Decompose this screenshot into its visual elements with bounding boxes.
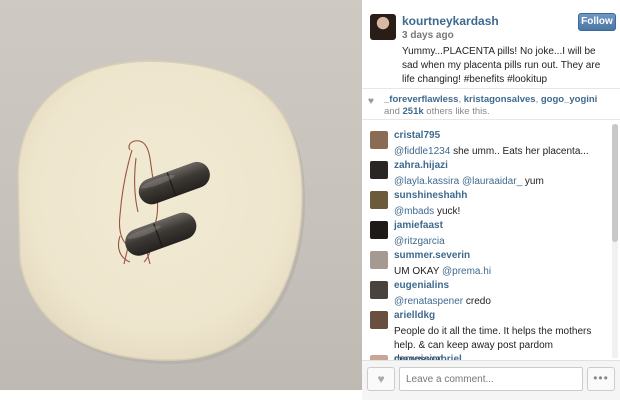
commenter-avatar[interactable] (370, 191, 388, 209)
comment-text: @renataspener credo (394, 295, 604, 309)
liker-link[interactable]: gogo_yogini (541, 94, 597, 105)
likes-row: ♥ _foreverflawless, kristagonsalves, gog… (362, 88, 620, 120)
likes-and: and (384, 106, 403, 117)
photo-illustration (17, 60, 306, 365)
post-caption: Yummy...PLACENTA pills! No joke...I will… (402, 46, 601, 85)
post-header: kourtneykardash 3 days ago Follow Yummy.… (362, 0, 620, 88)
comment-body: yum (522, 176, 544, 187)
comment-text: @fiddle1234 she umm.. Eats her placenta.… (394, 145, 604, 159)
comment-username[interactable]: jamiefaast (394, 220, 443, 231)
comment-username[interactable]: sunshineshahh (394, 190, 467, 201)
post-timestamp: 3 days ago (402, 30, 454, 41)
comment-mention[interactable]: @prema.hi (442, 266, 491, 277)
comment-body: she umm.. Eats her placenta... (450, 146, 589, 157)
heart-icon: ♥ (377, 372, 385, 386)
comment-username[interactable]: zahra.hijazi (394, 160, 448, 171)
commenter-avatar[interactable] (370, 221, 388, 239)
owner-avatar[interactable] (370, 14, 396, 40)
liker-link[interactable]: kristagonsalves (464, 94, 536, 105)
comment-username[interactable]: eugenialins (394, 280, 449, 291)
comment-scrollbar-thumb[interactable] (612, 124, 618, 242)
comment-mention[interactable]: @fiddle1234 (394, 146, 450, 157)
comment-list: cristal795 @fiddle1234 she umm.. Eats he… (362, 125, 610, 360)
comment-input[interactable] (399, 367, 583, 391)
plate (17, 60, 303, 361)
commenter-avatar[interactable] (370, 161, 388, 179)
comment-mention[interactable]: @ritzgarcia (394, 236, 445, 247)
comment-mention[interactable]: @renataspener (394, 296, 463, 307)
commenter-avatar[interactable] (370, 251, 388, 269)
commenter-avatar[interactable] (370, 131, 388, 149)
heart-icon: ♥ (368, 96, 374, 107)
commenter-avatar[interactable] (370, 281, 388, 299)
comment-body: UM OKAY (394, 266, 442, 277)
comment-mention[interactable]: @layla.kassira @lauraaidar_ (394, 176, 522, 187)
comment-text: UM OKAY @prema.hi (394, 265, 604, 279)
likes-suffix: others like this. (423, 106, 490, 117)
comment-text: @mbads yuck! (394, 205, 604, 219)
liker-link[interactable]: _foreverflawless (384, 94, 458, 105)
commenter-avatar[interactable] (370, 311, 388, 329)
comment-text: @ritzgarcia (394, 235, 604, 249)
likes-count[interactable]: 251k (403, 106, 424, 117)
likes-text: _foreverflawless, kristagonsalves, gogo_… (384, 94, 614, 118)
comment-body: yuck! (434, 206, 461, 217)
photo-bottom-strip (0, 390, 362, 400)
comment-username[interactable]: cristal795 (394, 130, 440, 141)
comment-username[interactable]: summer.severin (394, 250, 470, 261)
owner-username[interactable]: kourtneykardash (402, 14, 499, 28)
comment-username[interactable]: arielldkg (394, 310, 435, 321)
post-detail-panel: kourtneykardash 3 days ago Follow Yummy.… (362, 0, 620, 400)
more-options-button[interactable]: ••• (587, 367, 615, 391)
like-button[interactable]: ♥ (367, 367, 395, 391)
ellipsis-icon: ••• (593, 371, 609, 385)
comment-mention[interactable]: @mbads (394, 206, 434, 217)
post-photo[interactable] (0, 0, 362, 390)
comment-text: @layla.kassira @lauraaidar_ yum (394, 175, 604, 189)
comment-footer: ♥ ••• (362, 360, 620, 400)
follow-button[interactable]: Follow (578, 13, 616, 31)
comment-body: credo (463, 296, 491, 307)
